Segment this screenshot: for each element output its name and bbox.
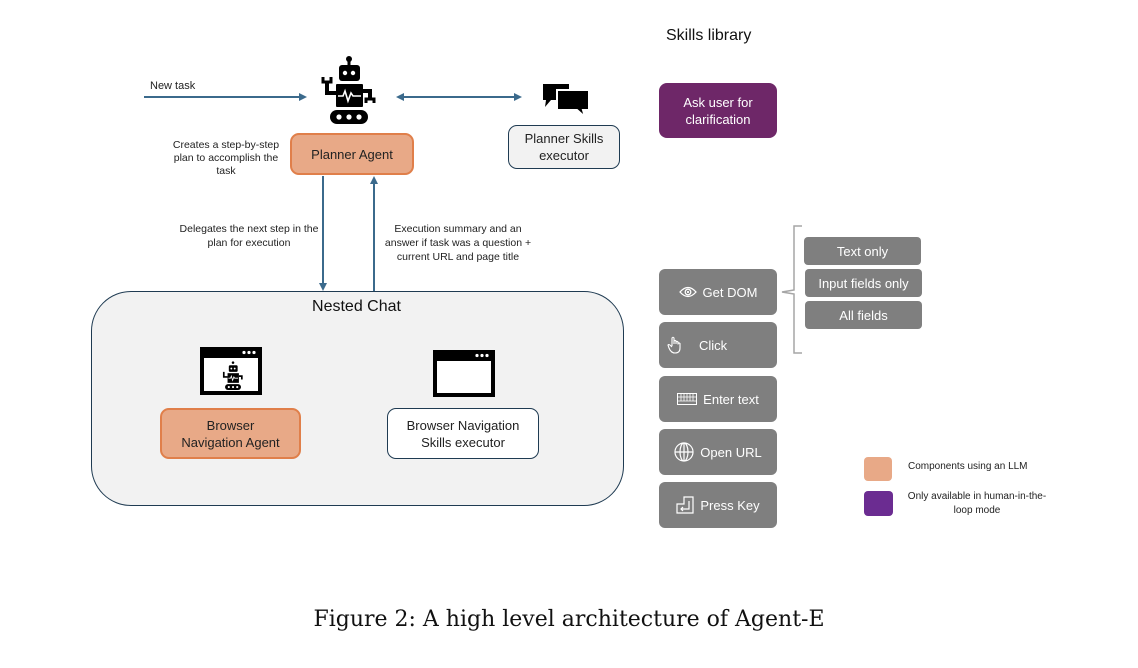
globe-icon <box>674 442 694 462</box>
browser-navigation-agent-box[interactable]: Browser Navigation Agent <box>160 408 301 459</box>
figure-caption: Figure 2: A high level architecture of A… <box>313 607 825 632</box>
get-dom-option-label: Text only <box>836 243 889 259</box>
chat-bubbles-icon <box>541 82 591 118</box>
get-dom-brace <box>781 225 802 354</box>
browser-navigation-agent-label: Browser Navigation Agent <box>181 417 280 450</box>
legend-llm-swatch <box>864 457 892 481</box>
legend-llm-label: Components using an LLM <box>908 461 1028 472</box>
skill-click[interactable]: Click <box>659 322 777 368</box>
planner-note: Creates a step-by-step plan to accomplis… <box>172 139 280 177</box>
legend-human-label: Only available in human-in-the-loop mode <box>907 491 1047 516</box>
enter-key-icon <box>676 496 694 514</box>
new-task-label: New task <box>150 80 196 92</box>
planner-agent-box[interactable]: Planner Agent <box>290 133 414 175</box>
skill-enter-text[interactable]: Enter text <box>659 376 777 422</box>
skill-get-dom-label: Get DOM <box>702 284 758 300</box>
pointer-hand-icon <box>667 336 683 354</box>
get-dom-option-label: Input fields only <box>818 275 909 291</box>
planner-skills-executor-label: Planner Skills executor <box>524 131 604 163</box>
skill-click-label: Click <box>699 337 728 353</box>
planner-skills-executor-box[interactable]: Planner Skills executor <box>508 125 620 169</box>
skill-open-url-label: Open URL <box>700 444 762 460</box>
delegates-label: Delegates the next step in the plan for … <box>179 223 319 249</box>
get-dom-option-label: All fields <box>839 307 888 323</box>
ask-user-skill[interactable]: Ask user for clarification <box>659 83 777 138</box>
skill-press-key[interactable]: Press Key <box>659 482 777 528</box>
eye-icon <box>678 286 697 298</box>
browser-navigation-executor-label: Browser Navigation Skills executor <box>406 417 520 450</box>
planner-agent-label: Planner Agent <box>311 146 393 162</box>
browser-navigation-executor-box[interactable]: Browser Navigation Skills executor <box>387 408 539 459</box>
browser-robot-icon <box>200 347 262 395</box>
skill-press-key-label: Press Key <box>700 497 760 513</box>
get-dom-option-all-fields[interactable]: All fields <box>805 301 922 329</box>
skill-enter-text-label: Enter text <box>703 391 759 407</box>
skills-library-title: Skills library <box>666 27 752 44</box>
skill-get-dom[interactable]: Get DOM <box>659 269 777 315</box>
get-dom-option-input-fields[interactable]: Input fields only <box>805 269 922 297</box>
browser-window-icon <box>433 350 495 397</box>
keyboard-icon <box>677 393 698 405</box>
get-dom-option-text-only[interactable]: Text only <box>804 237 921 265</box>
skill-open-url[interactable]: Open URL <box>659 429 777 475</box>
summary-label: Execution summary and an answer if task … <box>384 223 532 263</box>
nested-chat-container <box>91 291 624 506</box>
robot-icon <box>318 55 378 127</box>
nested-chat-title: Nested Chat <box>312 298 401 315</box>
ask-user-label: Ask user for clarification <box>683 94 753 127</box>
legend-human-swatch <box>864 491 893 516</box>
